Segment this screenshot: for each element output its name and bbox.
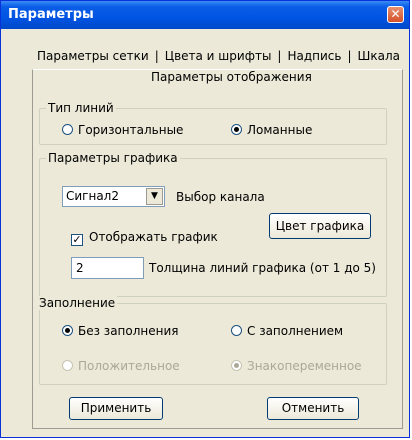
radio-indicator (231, 124, 242, 135)
chevron-down-icon[interactable]: ▼ (146, 188, 163, 205)
tab-separator: | (154, 49, 159, 63)
tab-strip: Параметры сетки | Цвета и шрифты | Надпись | Ш… (34, 49, 403, 63)
radio-indicator (231, 325, 242, 336)
radio-indicator (62, 325, 73, 336)
radio-horizontal[interactable]: Горизонтальные (62, 123, 183, 137)
checkbox-check-icon: ✓ (71, 233, 83, 246)
line-type-group-label: Тип линий (46, 101, 116, 115)
radio-alternating[interactable]: Знакопеременное (231, 359, 362, 373)
channel-select[interactable]: Сигнал2 ▼ (62, 186, 165, 207)
window-title: Параметры (8, 7, 94, 22)
radio-indicator (231, 360, 242, 371)
channel-select-value: Сигнал2 (66, 189, 119, 203)
tab-scale[interactable]: Шкала (355, 49, 403, 63)
radio-no-fill[interactable]: Без заполнения (62, 324, 179, 338)
radio-positive-label: Положительное (78, 359, 180, 373)
line-thickness-label: Толщина линий графика (от 1 до 5) (149, 261, 376, 275)
show-graph-checkbox[interactable]: ✓ Отображать график (71, 230, 218, 246)
tab-caption[interactable]: Надпись (284, 49, 344, 63)
show-graph-label: Отображать график (89, 230, 218, 244)
radio-alternating-label: Знакопеременное (247, 359, 362, 373)
tab-separator: | (277, 49, 282, 63)
radio-horizontal-label: Горизонтальные (78, 123, 184, 137)
radio-polyline-label: Ломанные (247, 123, 313, 137)
title-bar[interactable]: Параметры ✕ (1, 1, 409, 29)
radio-with-fill[interactable]: С заполнением (231, 324, 343, 338)
tab-colors-fonts[interactable]: Цвета и шрифты (162, 49, 275, 63)
tab-separator: | (347, 49, 352, 63)
radio-polyline[interactable]: Ломанные (231, 123, 312, 137)
panel-caption: Параметры отображения (151, 70, 312, 84)
radio-positive[interactable]: Положительное (62, 359, 180, 373)
tab-grid-params[interactable]: Параметры сетки (34, 49, 152, 63)
cancel-button[interactable]: Отменить (267, 397, 359, 420)
radio-no-fill-label: Без заполнения (78, 324, 179, 338)
apply-button[interactable]: Применить (69, 397, 163, 420)
radio-indicator (62, 360, 73, 371)
graph-color-button[interactable]: Цвет графика (269, 213, 371, 239)
channel-label: Выбор канала (176, 190, 265, 204)
radio-indicator (62, 124, 73, 135)
line-thickness-input[interactable]: 2 (71, 257, 144, 279)
parameters-dialog: Параметры ✕ Параметры сетки | Цвета и шриф… (0, 0, 410, 438)
fill-group-label: Заполнение (37, 296, 118, 310)
graph-params-group-label: Параметры графика (46, 151, 180, 165)
radio-with-fill-label: С заполнением (247, 324, 344, 338)
close-icon[interactable]: ✕ (387, 6, 404, 23)
